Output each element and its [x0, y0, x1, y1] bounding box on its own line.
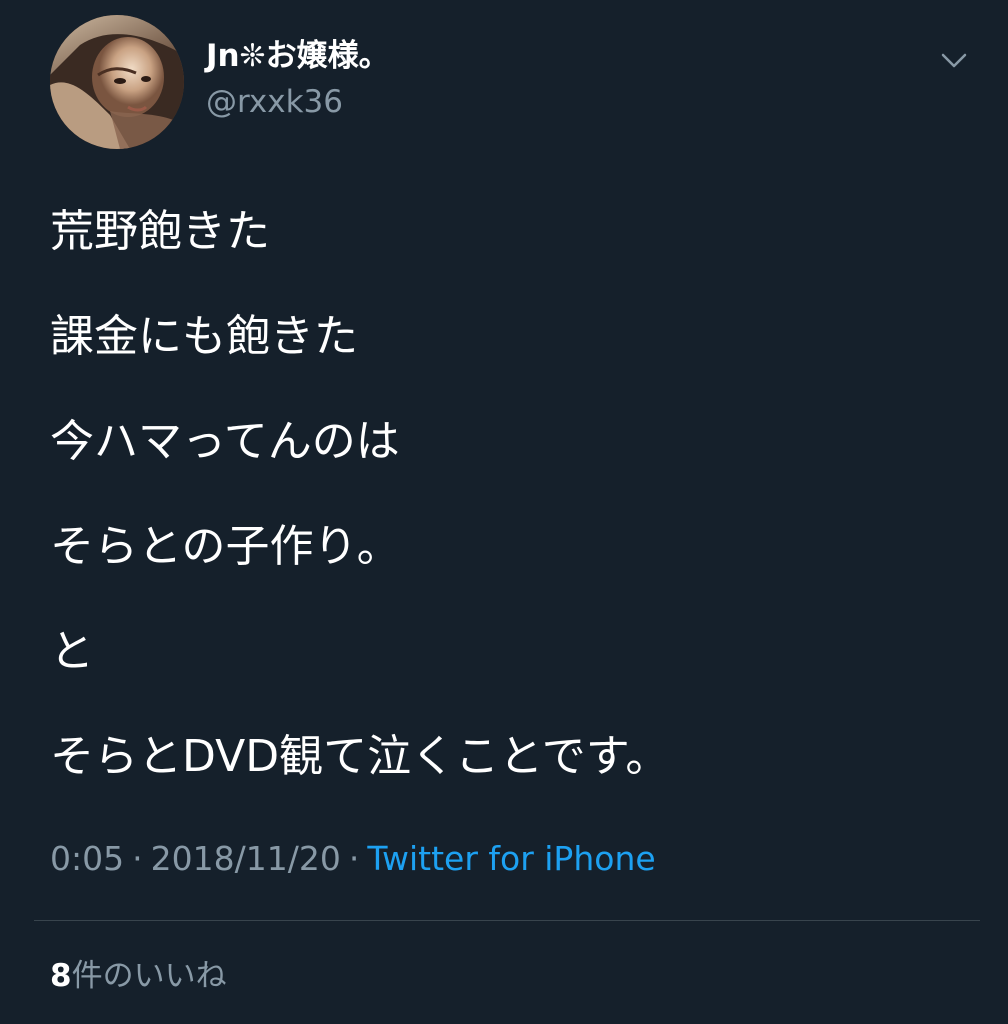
- tweet-source-link[interactable]: Twitter for iPhone: [367, 839, 655, 878]
- meta-separator: ·: [132, 839, 143, 878]
- chevron-down-icon: [941, 53, 967, 68]
- display-name[interactable]: Jn❊お嬢様。: [206, 36, 390, 76]
- tweet-metadata: 0:05 · 2018/11/20 · Twitter for iPhone: [50, 838, 656, 880]
- tweet-text-line: 課金にも飽きた: [50, 311, 358, 362]
- user-avatar[interactable]: [50, 15, 184, 149]
- likes-count: 8: [50, 958, 72, 994]
- tweet-menu-button[interactable]: [932, 46, 976, 76]
- tweet-text-line: そらとの子作り。: [50, 521, 401, 572]
- tweet-time: 0:05: [50, 839, 125, 878]
- tweet-text-line: と: [50, 626, 94, 677]
- user-info: Jn❊お嬢様。 @rxxk36: [206, 36, 390, 122]
- user-handle[interactable]: @rxxk36: [206, 82, 390, 122]
- avatar-image: [50, 15, 184, 149]
- tweet-detail: Jn❊お嬢様。 @rxxk36 荒野飽きた 課金にも飽きた 今ハマってんのは そ…: [0, 0, 1008, 1024]
- tweet-text-line: 荒野飽きた: [50, 206, 270, 257]
- likes-count-link[interactable]: 8件のいいね: [50, 955, 227, 997]
- likes-label: 件のいいね: [71, 958, 227, 994]
- tweet-text: 荒野飽きた 課金にも飽きた 今ハマってんのは そらとの子作り。 と そらとDVD…: [50, 208, 950, 838]
- tweet-text-line: 今ハマってんのは: [50, 416, 400, 467]
- tweet-date: 2018/11/20: [150, 839, 341, 878]
- divider: [34, 920, 980, 921]
- meta-separator: ·: [348, 839, 360, 878]
- tweet-text-line: そらとDVD観て泣くことです。: [50, 731, 670, 782]
